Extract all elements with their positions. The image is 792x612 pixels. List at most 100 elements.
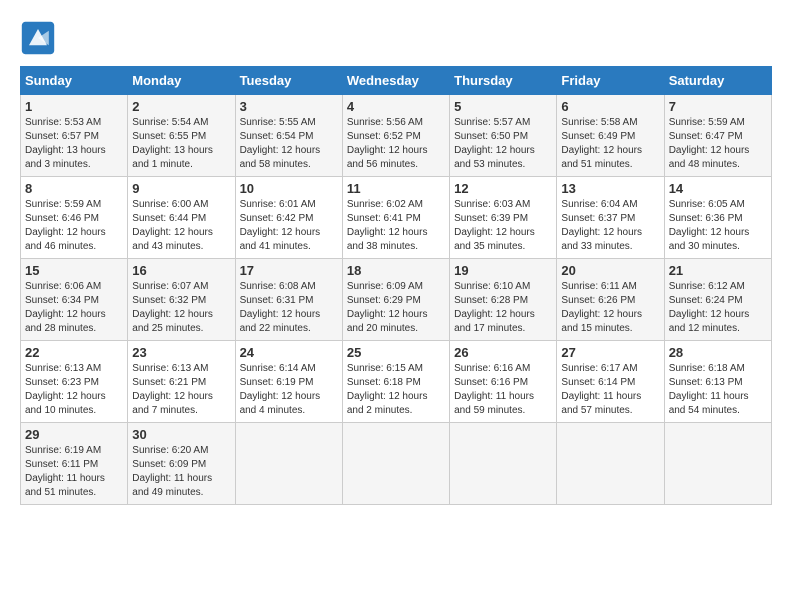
calendar-cell: 19 Sunrise: 6:10 AM Sunset: 6:28 PM Dayl… [450,259,557,341]
sunrise-label: Sunrise: 6:01 AM [240,199,316,210]
daylight-label: Daylight: 12 hours and 4 minutes. [240,391,321,416]
daylight-label: Daylight: 12 hours and 46 minutes. [25,227,106,252]
sunset-label: Sunset: 6:47 PM [669,131,743,142]
sunrise-label: Sunrise: 6:13 AM [132,363,208,374]
sunset-label: Sunset: 6:49 PM [561,131,635,142]
sunset-label: Sunset: 6:26 PM [561,295,635,306]
day-number: 23 [132,345,230,360]
sunset-label: Sunset: 6:21 PM [132,377,206,388]
cell-content: Sunrise: 6:11 AM Sunset: 6:26 PM Dayligh… [561,280,659,336]
sunrise-label: Sunrise: 5:53 AM [25,117,101,128]
day-number: 29 [25,427,123,442]
calendar-cell [557,423,664,505]
daylight-label: Daylight: 12 hours and 51 minutes. [561,145,642,170]
calendar-cell: 5 Sunrise: 5:57 AM Sunset: 6:50 PM Dayli… [450,95,557,177]
daylight-label: Daylight: 12 hours and 30 minutes. [669,227,750,252]
sunset-label: Sunset: 6:29 PM [347,295,421,306]
daylight-label: Daylight: 11 hours and 57 minutes. [561,391,641,416]
sunrise-label: Sunrise: 6:09 AM [347,281,423,292]
calendar-cell: 14 Sunrise: 6:05 AM Sunset: 6:36 PM Dayl… [664,177,771,259]
sunrise-label: Sunrise: 6:15 AM [347,363,423,374]
sunrise-label: Sunrise: 5:56 AM [347,117,423,128]
calendar-cell [342,423,449,505]
calendar-cell: 7 Sunrise: 5:59 AM Sunset: 6:47 PM Dayli… [664,95,771,177]
cell-content: Sunrise: 6:09 AM Sunset: 6:29 PM Dayligh… [347,280,445,336]
calendar-cell: 26 Sunrise: 6:16 AM Sunset: 6:16 PM Dayl… [450,341,557,423]
day-number: 8 [25,181,123,196]
sunset-label: Sunset: 6:16 PM [454,377,528,388]
calendar-cell: 29 Sunrise: 6:19 AM Sunset: 6:11 PM Dayl… [21,423,128,505]
sunset-label: Sunset: 6:54 PM [240,131,314,142]
calendar-cell [450,423,557,505]
calendar-cell: 12 Sunrise: 6:03 AM Sunset: 6:39 PM Dayl… [450,177,557,259]
day-number: 25 [347,345,445,360]
cell-content: Sunrise: 6:18 AM Sunset: 6:13 PM Dayligh… [669,362,767,418]
day-number: 7 [669,99,767,114]
calendar-table: SundayMondayTuesdayWednesdayThursdayFrid… [20,66,772,505]
cell-content: Sunrise: 5:55 AM Sunset: 6:54 PM Dayligh… [240,116,338,172]
sunset-label: Sunset: 6:34 PM [25,295,99,306]
calendar-cell: 30 Sunrise: 6:20 AM Sunset: 6:09 PM Dayl… [128,423,235,505]
sunrise-label: Sunrise: 6:02 AM [347,199,423,210]
calendar-cell: 9 Sunrise: 6:00 AM Sunset: 6:44 PM Dayli… [128,177,235,259]
sunrise-label: Sunrise: 6:18 AM [669,363,745,374]
cell-content: Sunrise: 6:07 AM Sunset: 6:32 PM Dayligh… [132,280,230,336]
sunrise-label: Sunrise: 5:54 AM [132,117,208,128]
cell-content: Sunrise: 6:01 AM Sunset: 6:42 PM Dayligh… [240,198,338,254]
sunrise-label: Sunrise: 6:16 AM [454,363,530,374]
day-number: 3 [240,99,338,114]
sunrise-label: Sunrise: 5:59 AM [25,199,101,210]
sunrise-label: Sunrise: 6:04 AM [561,199,637,210]
sunset-label: Sunset: 6:14 PM [561,377,635,388]
calendar-cell: 1 Sunrise: 5:53 AM Sunset: 6:57 PM Dayli… [21,95,128,177]
day-number: 4 [347,99,445,114]
daylight-label: Daylight: 12 hours and 58 minutes. [240,145,321,170]
calendar-cell: 8 Sunrise: 5:59 AM Sunset: 6:46 PM Dayli… [21,177,128,259]
daylight-label: Daylight: 12 hours and 20 minutes. [347,309,428,334]
daylight-label: Daylight: 12 hours and 17 minutes. [454,309,535,334]
calendar-day-header: Sunday [21,67,128,95]
sunrise-label: Sunrise: 5:58 AM [561,117,637,128]
cell-content: Sunrise: 6:04 AM Sunset: 6:37 PM Dayligh… [561,198,659,254]
daylight-label: Daylight: 12 hours and 41 minutes. [240,227,321,252]
sunrise-label: Sunrise: 6:19 AM [25,445,101,456]
sunrise-label: Sunrise: 6:00 AM [132,199,208,210]
daylight-label: Daylight: 11 hours and 54 minutes. [669,391,749,416]
sunrise-label: Sunrise: 6:07 AM [132,281,208,292]
sunset-label: Sunset: 6:24 PM [669,295,743,306]
day-number: 5 [454,99,552,114]
sunset-label: Sunset: 6:32 PM [132,295,206,306]
page-header [20,20,772,56]
day-number: 17 [240,263,338,278]
day-number: 26 [454,345,552,360]
daylight-label: Daylight: 12 hours and 28 minutes. [25,309,106,334]
day-number: 14 [669,181,767,196]
calendar-cell: 17 Sunrise: 6:08 AM Sunset: 6:31 PM Dayl… [235,259,342,341]
sunset-label: Sunset: 6:57 PM [25,131,99,142]
cell-content: Sunrise: 6:13 AM Sunset: 6:23 PM Dayligh… [25,362,123,418]
sunrise-label: Sunrise: 6:13 AM [25,363,101,374]
sunrise-label: Sunrise: 6:03 AM [454,199,530,210]
calendar-day-header: Thursday [450,67,557,95]
sunset-label: Sunset: 6:50 PM [454,131,528,142]
daylight-label: Daylight: 13 hours and 3 minutes. [25,145,106,170]
sunrise-label: Sunrise: 6:11 AM [561,281,636,292]
calendar-cell: 6 Sunrise: 5:58 AM Sunset: 6:49 PM Dayli… [557,95,664,177]
cell-content: Sunrise: 6:02 AM Sunset: 6:41 PM Dayligh… [347,198,445,254]
calendar-cell: 24 Sunrise: 6:14 AM Sunset: 6:19 PM Dayl… [235,341,342,423]
day-number: 21 [669,263,767,278]
day-number: 10 [240,181,338,196]
calendar-cell: 23 Sunrise: 6:13 AM Sunset: 6:21 PM Dayl… [128,341,235,423]
daylight-label: Daylight: 12 hours and 25 minutes. [132,309,213,334]
calendar-cell: 2 Sunrise: 5:54 AM Sunset: 6:55 PM Dayli… [128,95,235,177]
sunrise-label: Sunrise: 6:06 AM [25,281,101,292]
day-number: 18 [347,263,445,278]
calendar-cell: 3 Sunrise: 5:55 AM Sunset: 6:54 PM Dayli… [235,95,342,177]
daylight-label: Daylight: 13 hours and 1 minute. [132,145,213,170]
sunrise-label: Sunrise: 6:20 AM [132,445,208,456]
calendar-cell: 15 Sunrise: 6:06 AM Sunset: 6:34 PM Dayl… [21,259,128,341]
calendar-week-row: 29 Sunrise: 6:19 AM Sunset: 6:11 PM Dayl… [21,423,772,505]
daylight-label: Daylight: 12 hours and 22 minutes. [240,309,321,334]
sunrise-label: Sunrise: 5:55 AM [240,117,316,128]
cell-content: Sunrise: 6:17 AM Sunset: 6:14 PM Dayligh… [561,362,659,418]
